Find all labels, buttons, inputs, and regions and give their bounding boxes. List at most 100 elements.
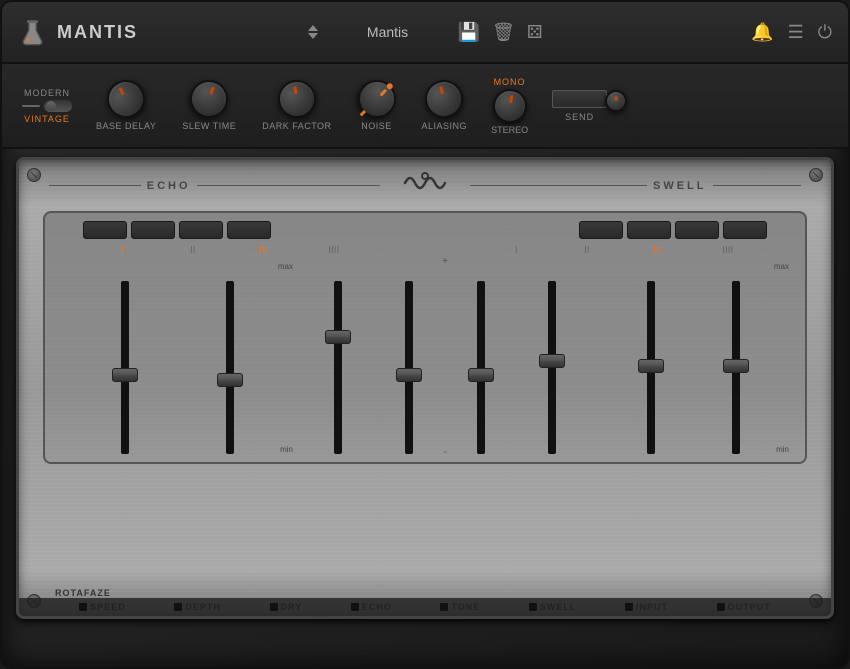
center-faders [297,258,593,458]
swell-label: SWELL [540,602,577,612]
aliasing-knob[interactable] [421,76,468,123]
swell-btn-1[interactable] [579,221,623,239]
top-right-icons: 🔔 ☰ ⏻ [712,22,832,43]
tone-label: TONE [451,602,480,612]
swell-max-label: max [774,262,789,271]
stereo-knob[interactable] [490,86,529,125]
swell-taps: I II III IIII [455,245,789,256]
swell-tap-2: II [552,245,623,256]
dark-factor-knob[interactable] [275,77,319,121]
tap-labels-row: I II III IIII I II III IIII [53,245,797,256]
speed-label-item: SPEED [79,602,126,612]
dry-fader-handle[interactable] [325,330,351,344]
swell-tap-4: IIII [693,245,764,256]
vintage-label: VINTAGE [24,114,70,124]
aliasing-label: ALIASING [422,121,468,131]
swell-fader-track[interactable] [548,281,556,454]
noise-label: NOISE [361,121,392,131]
logo-center [400,168,450,203]
power-button[interactable]: ⏻ [818,22,832,43]
swell-fader-handle[interactable] [539,354,565,368]
echo-faders [57,258,297,458]
speed-fader-track[interactable] [121,281,129,454]
echo-btn-3[interactable] [179,221,223,239]
output-dot [717,603,725,611]
swell-btn-3[interactable] [675,221,719,239]
output-fader-track[interactable] [732,281,740,454]
send-knob[interactable] [604,89,628,113]
echo-fader-handle[interactable] [396,368,422,382]
echo-fader-zone: max min [57,258,297,458]
depth-dot [174,603,182,611]
input-fader-handle[interactable] [638,359,664,373]
notifications-button[interactable]: 🔔 [751,22,773,43]
echo-btn-1[interactable] [83,221,127,239]
tone-fader-col [448,262,514,454]
depth-fader-col [182,262,277,454]
speed-fader-col [77,262,172,454]
echo-btn-2[interactable] [131,221,175,239]
bottom-labels-bar: SPEED DEPTH DRY ECHO TONE SWELL [19,598,831,616]
preset-arrows[interactable] [308,25,318,39]
tone-fader-handle[interactable] [468,368,494,382]
swell-section-label: SWELL [653,180,707,192]
noise-knob[interactable] [350,72,404,126]
echo-tap-2: II [158,245,229,256]
output-label-item: OUTPUT [717,602,771,612]
swell-fader-col [520,262,586,454]
swell-dot [529,603,537,611]
base-delay-knob[interactable] [100,73,152,125]
delete-preset-button[interactable]: 🗑 [492,22,515,43]
tone-fader-track[interactable] [477,281,485,454]
echo-tap-3: III [228,245,299,256]
swell-btn-2[interactable] [627,221,671,239]
input-output-faders [593,258,793,458]
send-label: SEND [565,112,594,122]
echo-btn-4[interactable] [227,221,271,239]
dry-fader-track[interactable] [334,281,342,454]
send-section: SEND [552,90,607,122]
dry-label: DRY [281,602,303,612]
stereo-section: MONO STEREO [491,77,528,135]
dark-factor-group: DARK FACTOR [262,80,331,131]
mono-label: MONO [494,77,526,87]
brand-name: MANTIS [57,22,138,43]
slew-time-knob[interactable] [185,75,234,124]
echo-tap-4: IIII [299,245,370,256]
preset-up-arrow[interactable] [308,25,318,31]
swell-tap-3: III [622,245,693,256]
vintage-modern-section: MODERN VINTAGE [22,88,72,124]
echo-fader-col [377,262,443,454]
input-dot [625,603,633,611]
menu-button[interactable]: ☰ [788,22,804,43]
preset-down-arrow[interactable] [308,33,318,39]
dry-dot [270,603,278,611]
echo-min-label: min [280,445,293,454]
swell-tap-1: I [481,245,552,256]
section-header-row: ECHO SWELL [19,160,831,207]
input-fader-track[interactable] [647,281,655,454]
speed-fader-handle[interactable] [112,368,138,382]
controls-bar: MODERN VINTAGE BASE DELAY SLEW TIME [2,64,848,149]
aliasing-group: ALIASING [422,80,468,131]
depth-label-item: DEPTH [174,602,221,612]
input-label: INPUT [636,602,668,612]
echo-fader-track[interactable] [405,281,413,454]
depth-fader-track[interactable] [226,281,234,454]
depth-label: DEPTH [185,602,221,612]
speed-dot [79,603,87,611]
swell-min-label: min [776,445,789,454]
output-fader-col [698,262,773,454]
inner-panel: I II III IIII I II III IIII max [43,211,807,464]
send-display [552,90,607,108]
save-preset-button[interactable]: 💾 [458,22,480,43]
screw-top-left [27,168,41,182]
swell-btn-4[interactable] [723,221,767,239]
depth-fader-handle[interactable] [217,373,243,387]
dark-factor-label: DARK FACTOR [262,121,331,131]
random-preset-button[interactable]: ⚄ [527,22,543,43]
screw-top-right [809,168,823,182]
output-fader-handle[interactable] [723,359,749,373]
preset-icons: 💾 🗑 ⚄ [458,22,543,43]
vintage-modern-toggle[interactable] [44,100,72,112]
